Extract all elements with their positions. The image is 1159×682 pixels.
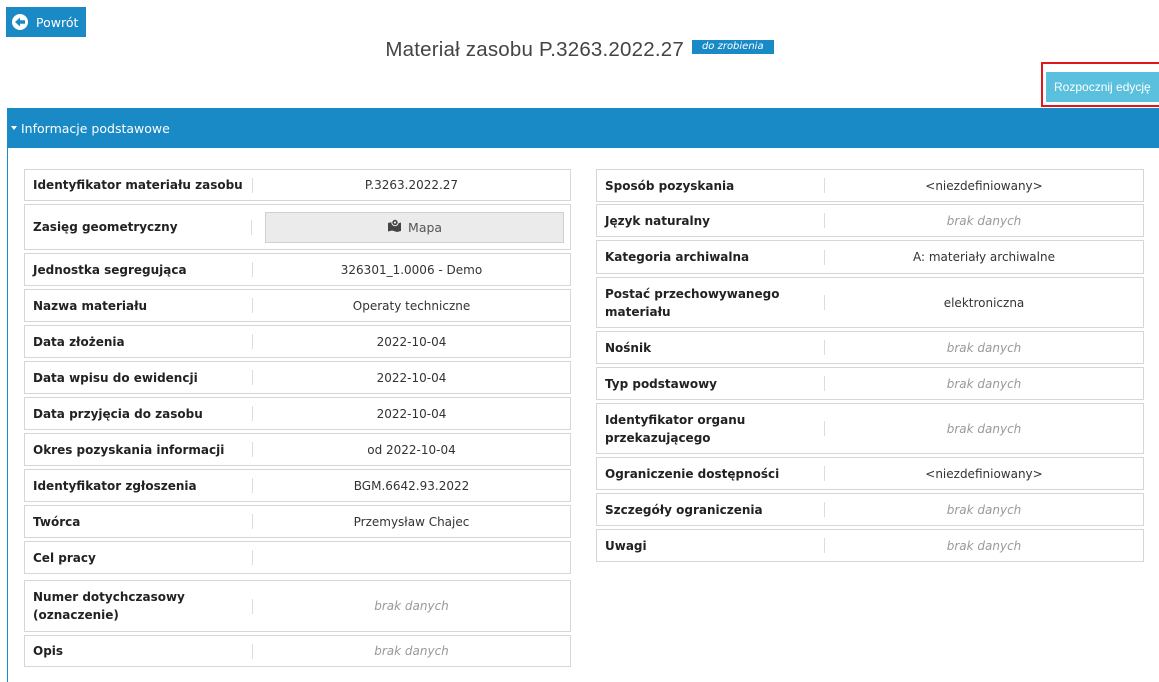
detail-label: Postać przechowywanego materiału [605,286,780,319]
map-button-label: Mapa [408,219,443,235]
detail-label: Cel pracy [33,550,96,565]
detail-label: Jednostka segregująca [33,262,187,277]
detail-value: brak danych [946,421,1022,436]
map-marker-icon [387,218,402,235]
detail-label: Identyfikator materiału zasobu [33,178,243,192]
detail-label: Numer dotychczasowy (oznaczenie) [33,590,185,622]
detail-row-nazwa-materialu: Nazwa materiału Operaty techniczne [24,289,571,322]
detail-row-sposob-pozyskania: Sposób pozyskania <niezdefiniowany> [596,169,1144,202]
detail-value: P.3263.2022.27 [364,178,459,192]
detail-row-identyfikator-organu-przekazujacego: Identyfikator organu przekazującego brak … [596,403,1144,454]
start-edit-button[interactable]: Rozpocznij edycję [1046,72,1159,102]
detail-row-zasieg-geometryczny: Zasięg geometryczny Mapa [24,204,571,250]
detail-row-ograniczenie-dostepnosci: Ograniczenie dostępności <niezdefiniowany… [596,457,1144,490]
back-button-label: Powrót [36,14,79,30]
detail-row-kategoria-archiwalna: Kategoria archiwalna A: materiały archiwa… [596,240,1144,274]
detail-label: Identyfikator organu przekazującego [605,412,746,445]
detail-value: 2022-10-04 [376,370,447,385]
detail-row-data-zlozenia: Data złożenia 2022-10-04 [24,325,571,358]
detail-row-cel-pracy: Cel pracy [24,541,571,574]
detail-value: <niezdefiniowany> [925,178,1043,193]
detail-value: BGM.6642.93.2022 [353,478,470,493]
divider [251,219,253,235]
panel-title: Informacje podstawowe [21,120,170,136]
detail-row-jednostka-segregujaca: Jednostka segregująca 326301_1.0006 - Dem… [24,253,571,286]
detail-label: Ograniczenie dostępności [605,466,780,481]
panel-border [7,148,8,682]
detail-value: brak danych [374,599,449,613]
detail-label: Twórca [33,514,81,529]
caret-down-icon [11,126,17,130]
arrow-left-icon [12,14,28,30]
detail-row-szczegoly-ograniczenia: Szczegóły ograniczenia brak danych [596,493,1144,526]
detail-label: Data wpisu do ewidencji [33,370,198,385]
detail-value: brak danych [374,644,449,658]
detail-value: Przemysław Chajec [353,514,470,529]
detail-row-data-przyjecia-do-zasobu: Data przyjęcia do zasobu 2022-10-04 [24,397,571,430]
detail-label: Opis [33,644,64,658]
detail-label: Okres pozyskania informacji [33,442,225,457]
detail-row-tworca: Twórca Przemysław Chajec [24,505,571,538]
detail-label: Język naturalny [605,213,710,228]
detail-value: Operaty techniczne [352,298,471,313]
detail-label: Identyfikator zgłoszenia [33,478,197,493]
detail-row-numer-dotychczasowy-oznaczenie: Numer dotychczasowy (oznaczenie) brak dan… [24,580,571,632]
detail-row-identyfikator-zgloszenia: Identyfikator zgłoszenia BGM.6642.93.2022 [24,469,571,502]
detail-row-okres-pozyskania-informacji: Okres pozyskania informacji od 2022-10-04 [24,433,571,466]
detail-value: brak danych [946,376,1022,391]
detail-value: od 2022-10-04 [367,442,456,457]
detail-label: Sposób pozyskania [605,178,735,193]
page-header: Materiał zasobu P.3263.2022.27 do zrobien… [0,38,1159,62]
status-badge: do zrobienia [691,40,774,54]
page-title: Materiał zasobu P.3263.2022.27 [385,38,684,61]
detail-row-data-wpisu-do-ewidencji: Data wpisu do ewidencji 2022-10-04 [24,361,571,394]
detail-row-nosnik: Nośnik brak danych [596,331,1144,364]
detail-label: Data złożenia [33,334,125,349]
detail-value: <niezdefiniowany> [925,466,1043,481]
detail-label: Szczegóły ograniczenia [605,502,763,517]
detail-label: Nazwa materiału [33,298,148,313]
detail-label: Typ podstawowy [605,376,717,391]
detail-value: 2022-10-04 [376,334,447,349]
back-button[interactable]: Powrót [6,7,86,37]
detail-label: Zasięg geometryczny [33,220,178,234]
detail-row-uwagi: Uwagi brak danych [596,529,1144,562]
detail-value: brak danych [946,538,1022,553]
detail-value: 2022-10-04 [376,406,447,421]
map-button[interactable]: Mapa [265,211,564,243]
detail-label: Uwagi [605,538,647,553]
detail-row-identyfikator-materialu-zasobu: Identyfikator materiału zasobu P.3263.202… [24,169,571,201]
detail-value: brak danych [946,340,1022,355]
detail-value: elektroniczna [943,295,1025,310]
detail-row-postac-przechowywanego-materialu: Postać przechowywanego materiału elektron… [596,277,1144,328]
divider [252,550,253,565]
detail-label: Data przyjęcia do zasobu [33,406,203,421]
detail-value: 326301_1.0006 - Demo [340,262,483,277]
detail-value: brak danych [946,502,1022,517]
detail-row-typ-podstawowy: Typ podstawowy brak danych [596,367,1144,400]
detail-label: Kategoria archiwalna [605,250,750,264]
detail-value: A: materiały archiwalne [913,250,1055,264]
detail-value: brak danych [946,213,1022,228]
detail-row-jezyk-naturalny: Język naturalny brak danych [596,204,1144,237]
detail-row-opis: Opis brak danych [24,635,571,667]
detail-label: Nośnik [605,340,652,355]
panel-header-basic-info[interactable]: Informacje podstawowe [7,108,1159,148]
